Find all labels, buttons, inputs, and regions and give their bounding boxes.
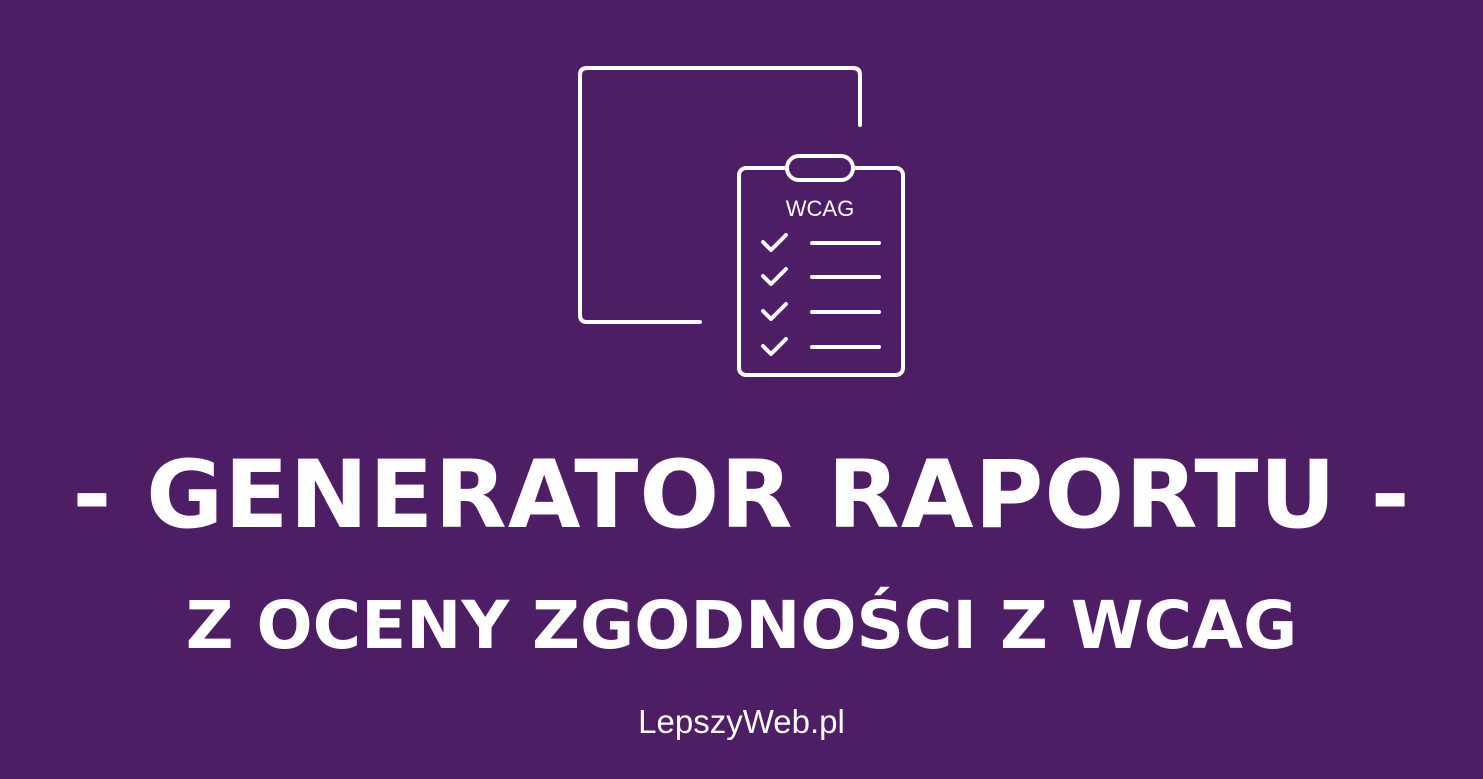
page-subtitle: Z OCENY ZGODNOŚCI Z WCAG — [185, 587, 1298, 664]
site-name: LepszyWeb.pl — [638, 703, 845, 740]
document-clipboard-icon: WCAG — [578, 66, 905, 377]
clipboard-label: WCAG — [786, 196, 854, 221]
page-title: - GENERATOR RAPORTU - — [72, 441, 1411, 550]
clipboard-clip-icon — [785, 154, 855, 182]
report-illustration: WCAG — [560, 50, 920, 390]
